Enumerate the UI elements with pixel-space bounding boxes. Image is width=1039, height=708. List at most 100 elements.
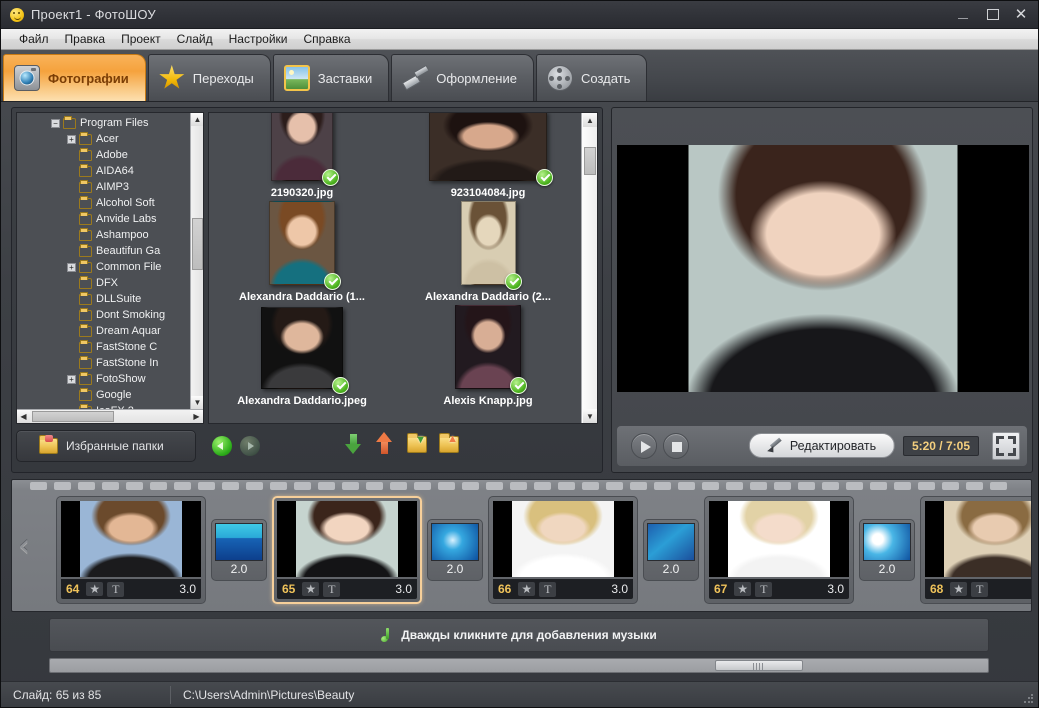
menu-item-help[interactable]: Справка [295, 30, 358, 48]
expand-plus-icon[interactable]: + [67, 135, 76, 144]
minimize-button[interactable] [948, 2, 978, 28]
slide-text-icon[interactable]: T [107, 582, 124, 597]
timeline-hscrollbar[interactable] [49, 658, 989, 673]
folder-tree-vscrollbar[interactable]: ▲ ▼ [190, 113, 203, 409]
slide-star-icon[interactable]: ★ [734, 582, 751, 596]
tree-scroll-up-icon[interactable]: ▲ [191, 113, 204, 126]
tree-node[interactable]: Google [17, 387, 190, 403]
slide-text-icon[interactable]: T [539, 582, 556, 597]
slide-duration[interactable]: 3.0 [827, 582, 844, 596]
slide-star-icon[interactable]: ★ [302, 582, 319, 596]
slide-duration[interactable]: 3.0 [395, 582, 412, 596]
grid-vscroll-thumb[interactable] [584, 147, 596, 175]
tab-create[interactable]: Создать [536, 54, 647, 101]
slide-duration[interactable]: 3.0 [611, 582, 628, 596]
folder-tree[interactable]: −Program Files+AcerAdobeAIDA64AIMP3Alcoh… [16, 112, 204, 424]
slide-item[interactable]: 64★T3.0 [56, 496, 206, 604]
resize-grip[interactable] [1023, 693, 1035, 705]
stop-button[interactable] [663, 433, 689, 459]
tree-node[interactable]: Dont Smoking [17, 307, 190, 323]
preview-screen[interactable] [617, 145, 1029, 392]
slide-star-icon[interactable]: ★ [518, 582, 535, 596]
tree-scroll-left-icon[interactable]: ◀ [17, 410, 30, 423]
tab-design[interactable]: Оформление [391, 54, 534, 101]
transition-duration[interactable]: 2.0 [431, 562, 479, 576]
tree-node[interactable]: Alcohol Soft [17, 195, 190, 211]
tree-vscroll-thumb[interactable] [192, 218, 203, 270]
slide-text-icon[interactable]: T [323, 582, 340, 597]
photo-grid-item[interactable]: 2190320.jpg [209, 112, 395, 199]
tree-node[interactable]: Ashampoo [17, 227, 190, 243]
tree-node[interactable]: +Acer [17, 131, 190, 147]
nav-forward-button[interactable] [240, 436, 260, 456]
collapse-minus-icon[interactable]: − [51, 119, 60, 128]
nav-back-button[interactable] [212, 436, 232, 456]
fullscreen-button[interactable] [992, 432, 1020, 460]
photo-grid-item[interactable]: Alexis Knapp.jpg [395, 303, 581, 407]
slide-text-icon[interactable]: T [755, 582, 772, 597]
photo-grid-item[interactable]: Alexandra Daddario (2... [395, 199, 581, 303]
tree-node[interactable]: −Program Files [17, 115, 190, 131]
slide-duration[interactable]: 3.0 [179, 582, 196, 596]
slide-star-icon[interactable]: ★ [950, 582, 967, 596]
tree-node[interactable]: Dream Aquar [17, 323, 190, 339]
photo-thumbnail [455, 305, 521, 389]
tree-node[interactable]: AIMP3 [17, 179, 190, 195]
tree-scroll-right-icon[interactable]: ▶ [190, 410, 203, 423]
tree-node[interactable]: Anvide Labs [17, 211, 190, 227]
tree-node[interactable]: DLLSuite [17, 291, 190, 307]
strip-prev-button[interactable]: ‹ [18, 528, 30, 563]
tree-node[interactable]: FastStone In [17, 355, 190, 371]
play-button[interactable] [631, 433, 657, 459]
expand-plus-icon[interactable]: + [67, 263, 76, 272]
tree-node[interactable]: +Common File [17, 259, 190, 275]
add-folder-button[interactable] [406, 432, 428, 458]
menu-item-project[interactable]: Проект [113, 30, 169, 48]
transition-duration[interactable]: 2.0 [215, 562, 263, 576]
tree-node[interactable]: Beautifun Ga [17, 243, 190, 259]
remove-photos-button[interactable] [374, 432, 396, 458]
slide-item[interactable]: 67★T3.0 [704, 496, 854, 604]
slide-star-icon[interactable]: ★ [86, 582, 103, 596]
maximize-button[interactable] [978, 2, 1008, 28]
tab-photos[interactable]: Фотографии [3, 54, 146, 101]
transition-item[interactable]: 2.0 [427, 519, 483, 581]
grid-scroll-up-icon[interactable]: ▲ [583, 113, 597, 127]
transition-item[interactable]: 2.0 [859, 519, 915, 581]
edit-slide-button[interactable]: Редактировать [749, 433, 895, 458]
remove-folder-button[interactable] [438, 432, 460, 458]
slide-text-icon[interactable]: T [971, 582, 988, 597]
tree-hscroll-thumb[interactable] [32, 411, 114, 422]
transition-duration[interactable]: 2.0 [647, 562, 695, 576]
transition-item[interactable]: 2.0 [643, 519, 699, 581]
menu-item-settings[interactable]: Настройки [221, 30, 296, 48]
photo-grid-item[interactable]: Alexandra Daddario (1... [209, 199, 395, 303]
add-photos-button[interactable] [343, 432, 365, 458]
tree-node[interactable]: AIDA64 [17, 163, 190, 179]
expand-plus-icon[interactable]: + [67, 375, 76, 384]
music-track-area[interactable]: Дважды кликните для добавления музыки [49, 618, 989, 652]
menu-item-file[interactable]: Файл [11, 30, 57, 48]
menu-item-edit[interactable]: Правка [57, 30, 114, 48]
folder-tree-hscrollbar[interactable]: ◀ ▶ [17, 409, 203, 423]
tree-node[interactable]: +FotoShow [17, 371, 190, 387]
photo-grid-item[interactable]: 923104084.jpg [395, 112, 581, 199]
transition-item[interactable]: 2.0 [211, 519, 267, 581]
slide-item[interactable]: 65★T3.0 [272, 496, 422, 604]
close-button[interactable]: ✕ [1008, 2, 1038, 28]
slide-item[interactable]: 68★T3.0 [920, 496, 1032, 604]
tab-transitions[interactable]: Переходы [148, 54, 271, 101]
tab-intros[interactable]: Заставки [273, 54, 389, 101]
photo-grid-item[interactable]: Alexandra Daddario.jpeg [209, 303, 395, 407]
tree-node[interactable]: Adobe [17, 147, 190, 163]
tree-node[interactable]: DFX [17, 275, 190, 291]
transition-duration[interactable]: 2.0 [863, 562, 911, 576]
photo-grid-vscrollbar[interactable]: ▲ ▼ [581, 113, 597, 423]
timeline-hscroll-thumb[interactable] [715, 660, 803, 671]
tree-scroll-down-icon[interactable]: ▼ [191, 396, 204, 409]
slide-item[interactable]: 66★T3.0 [488, 496, 638, 604]
menu-item-slide[interactable]: Слайд [169, 30, 221, 48]
tree-node[interactable]: FastStone C [17, 339, 190, 355]
favorite-folders-button[interactable]: Избранные папки [16, 430, 196, 462]
grid-scroll-down-icon[interactable]: ▼ [583, 409, 597, 423]
